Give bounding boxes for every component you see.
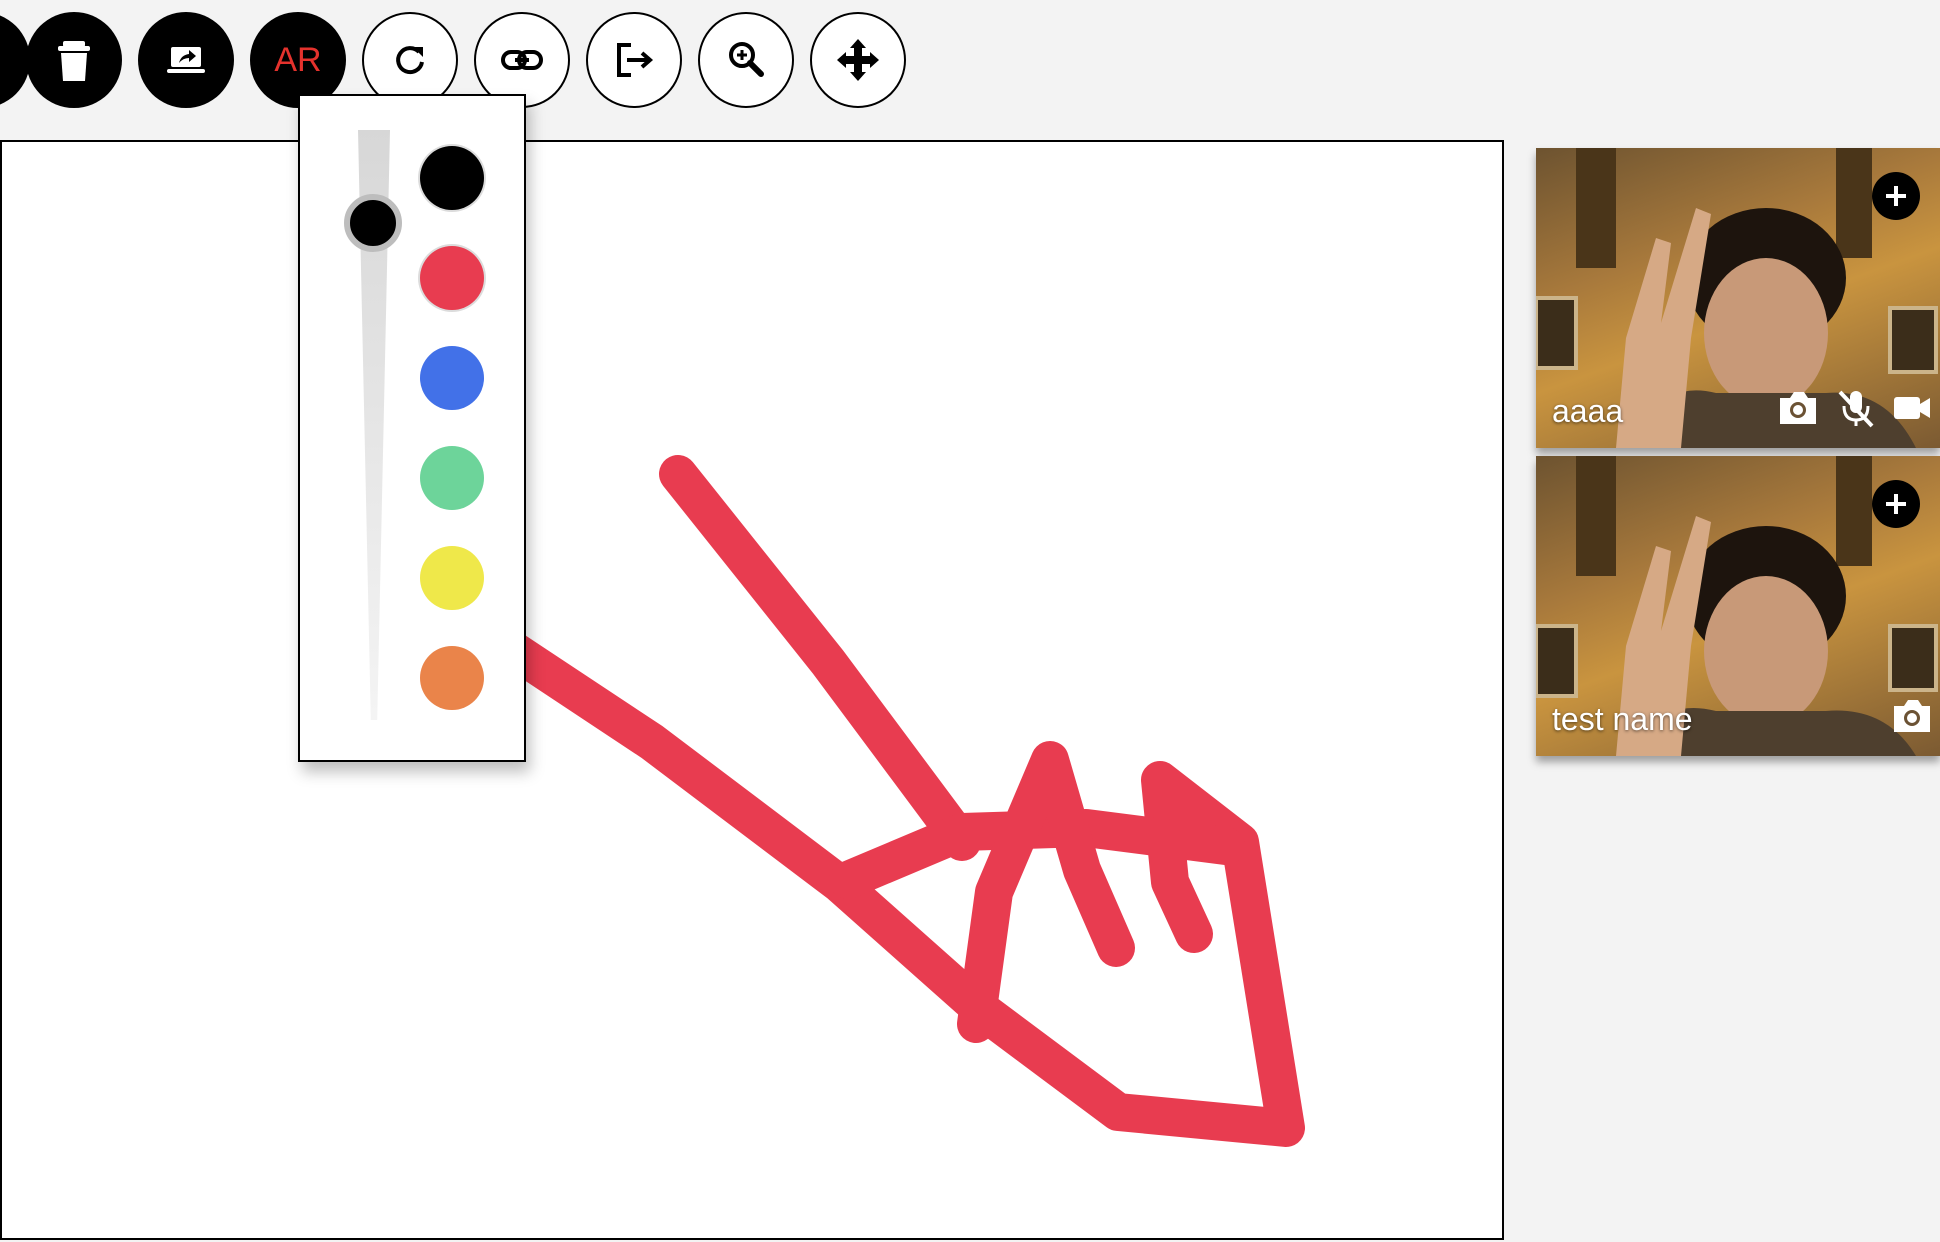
camera-icon[interactable] xyxy=(1890,696,1934,736)
mic-off-icon[interactable] xyxy=(1834,388,1878,428)
add-button[interactable] xyxy=(1872,172,1920,220)
zoom-in-icon xyxy=(729,42,764,77)
color-swatch-green[interactable] xyxy=(420,446,484,510)
color-palette-popup xyxy=(298,94,526,762)
ar-label: AR xyxy=(274,40,322,79)
share-screen-button[interactable] xyxy=(138,12,234,108)
participant-name: test name xyxy=(1552,701,1693,737)
refresh-icon xyxy=(396,46,424,75)
color-swatch-yellow[interactable] xyxy=(420,546,484,610)
trash-button[interactable] xyxy=(26,12,122,108)
trash-icon xyxy=(58,41,90,81)
exit-button[interactable] xyxy=(586,12,682,108)
participant-video-tile[interactable]: test name xyxy=(1536,456,1940,756)
color-swatch-red[interactable] xyxy=(420,246,484,310)
brush-size-slider-thumb[interactable] xyxy=(344,194,402,252)
color-swatch-black[interactable] xyxy=(420,146,484,210)
stroke-long-line xyxy=(485,625,1305,1147)
exit-icon xyxy=(617,43,654,77)
camera-icon[interactable] xyxy=(1776,388,1820,428)
video-icon[interactable] xyxy=(1890,388,1934,428)
zoom-button[interactable] xyxy=(698,12,794,108)
drawing-canvas[interactable] xyxy=(0,140,1504,1240)
link-icon xyxy=(501,50,543,70)
drawing-layer xyxy=(485,455,1305,1147)
color-swatch-orange[interactable] xyxy=(420,646,484,710)
plus-icon xyxy=(1886,494,1906,514)
color-swatch-blue[interactable] xyxy=(420,346,484,410)
add-button[interactable] xyxy=(1872,480,1920,528)
drawn-strokes xyxy=(485,455,1305,1147)
move-button[interactable] xyxy=(810,12,906,108)
share-screen-icon xyxy=(167,47,205,73)
move-icon xyxy=(837,39,879,81)
stroke-finger xyxy=(957,741,1135,1043)
participant-video-tile[interactable]: aaaa xyxy=(1536,148,1940,448)
participant-name: aaaa xyxy=(1552,393,1624,429)
plus-icon xyxy=(1886,186,1906,206)
